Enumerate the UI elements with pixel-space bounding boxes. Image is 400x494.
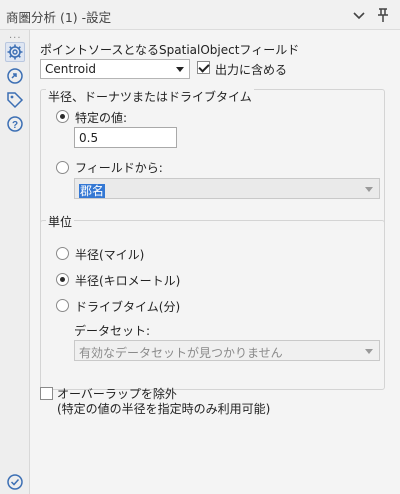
unit-group-title: 単位: [46, 213, 75, 230]
sidebar-dots: ...: [9, 30, 22, 41]
chevron-down-icon: [365, 349, 373, 354]
specific-value-radio[interactable]: [56, 110, 69, 123]
help-icon[interactable]: ?: [5, 114, 25, 134]
point-source-select[interactable]: Centroid: [40, 59, 190, 79]
point-source-value: Centroid: [45, 62, 97, 76]
from-field-select[interactable]: 郡名: [74, 178, 380, 199]
title-bar: 商圏分析 (1) -設定: [0, 0, 400, 30]
connection-icon[interactable]: [5, 66, 25, 86]
exclude-overlap-note: (特定の値の半径を指定時のみ利用可能): [57, 402, 271, 416]
dataset-select[interactable]: 有効なデータセットが見つかりません: [74, 340, 380, 361]
from-field-value: 郡名: [79, 184, 106, 198]
check-circle-icon[interactable]: [5, 472, 25, 492]
specific-value-input[interactable]: 0.5: [74, 127, 177, 148]
unit-radio-kilometer[interactable]: [56, 273, 69, 286]
include-output-checkbox[interactable]: [197, 61, 210, 74]
dataset-label: データセット:: [74, 324, 151, 338]
specific-value-text: 0.5: [79, 131, 99, 145]
radius-group: 半径、ドーナツまたはドライブタイム 特定の値: 0.5 フィールドから: 郡名: [40, 88, 385, 233]
include-output-label: 出力に含める: [215, 63, 288, 77]
dataset-value: 有効なデータセットが見つかりません: [79, 346, 283, 360]
from-field-label: フィールドから:: [75, 161, 163, 175]
tag-icon[interactable]: [5, 90, 25, 110]
sidebar: ... ?: [0, 30, 30, 494]
specific-value-label: 特定の値:: [75, 111, 128, 125]
main-panel: ポイントソースとなるSpatialObjectフィールド Centroid 出力…: [31, 30, 400, 494]
unit-group: 単位 半径(マイル) 半径(キロメートル) ドライブタイム(分) データセット:…: [40, 213, 385, 390]
point-source-label: ポイントソースとなるSpatialObjectフィールド: [40, 43, 300, 57]
unit-radio-drive-time[interactable]: [56, 299, 69, 312]
unit-radio-mile[interactable]: [56, 247, 69, 260]
exclude-overlap-checkbox[interactable]: [40, 387, 53, 400]
pin-icon[interactable]: [374, 6, 392, 24]
chevron-down-icon: [365, 187, 373, 192]
chevron-down-icon: [176, 67, 184, 72]
from-field-radio[interactable]: [56, 161, 69, 174]
svg-text:?: ?: [12, 120, 18, 131]
unit-label-kilometer: 半径(キロメートル): [75, 274, 181, 288]
gear-icon[interactable]: [5, 42, 25, 62]
unit-label-drive-time: ドライブタイム(分): [75, 300, 181, 314]
window-title: 商圏分析 (1) -設定: [6, 10, 112, 25]
unit-label-mile: 半径(マイル): [75, 248, 145, 262]
radius-group-title: 半径、ドーナツまたはドライブタイム: [46, 88, 254, 105]
chevron-down-icon[interactable]: [350, 6, 368, 24]
